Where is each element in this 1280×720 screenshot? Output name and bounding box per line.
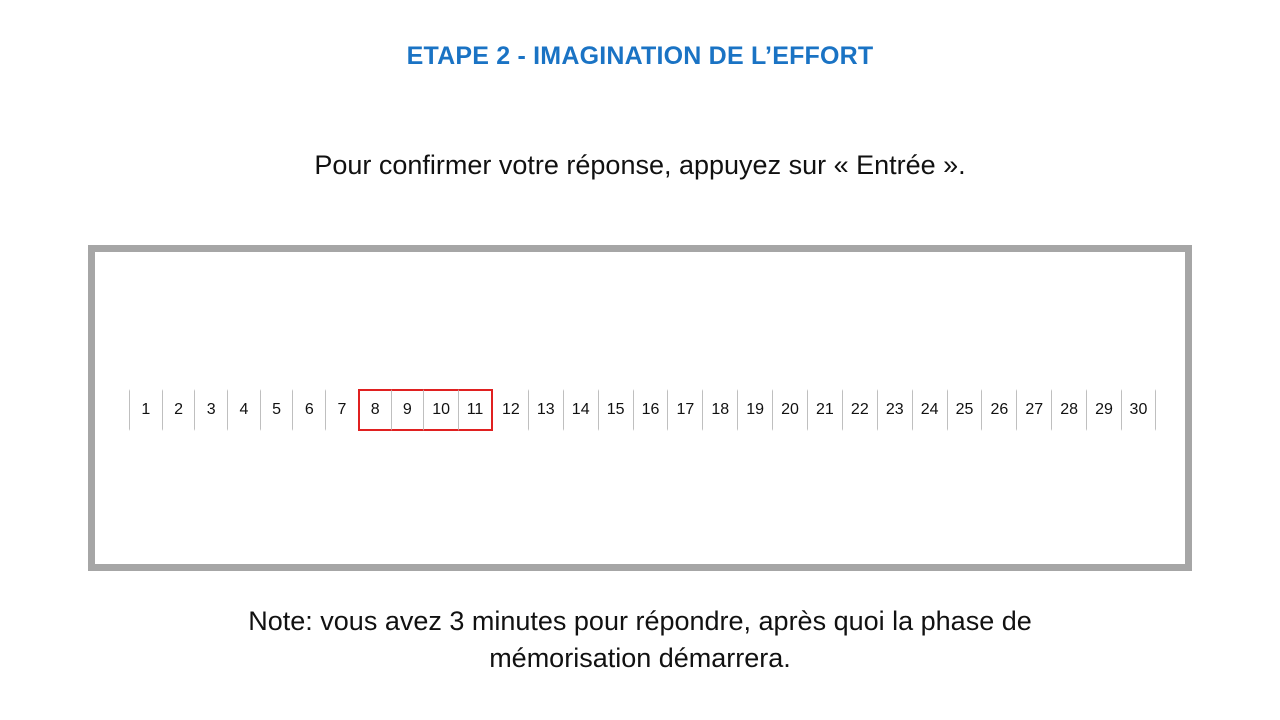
scale-option-19[interactable]: 19 <box>737 389 772 431</box>
page-title: ETAPE 2 - IMAGINATION DE L’EFFORT <box>406 42 874 70</box>
scale-option-25[interactable]: 25 <box>946 389 982 431</box>
scale-option-21[interactable]: 21 <box>806 389 842 431</box>
scale-option-11[interactable]: 11 <box>458 389 493 431</box>
scale-option-7[interactable]: 7 <box>325 389 358 431</box>
scale-option-2[interactable]: 2 <box>161 389 195 431</box>
scale-option-13[interactable]: 13 <box>527 389 563 431</box>
scale-option-4[interactable]: 4 <box>227 389 260 431</box>
scale-option-22[interactable]: 22 <box>841 389 877 431</box>
note-line-2: mémorisation démarrera. <box>489 643 791 673</box>
scale-option-3[interactable]: 3 <box>194 389 227 431</box>
scale-option-17[interactable]: 17 <box>667 389 702 431</box>
scale-option-27[interactable]: 27 <box>1016 389 1051 431</box>
scale-option-23[interactable]: 23 <box>876 389 912 431</box>
scale-option-20[interactable]: 20 <box>772 389 807 431</box>
scale-option-28[interactable]: 28 <box>1051 389 1086 431</box>
scale-option-6[interactable]: 6 <box>292 389 325 431</box>
instruction-text: Pour confirmer votre réponse, appuyez su… <box>314 150 966 180</box>
scale-option-12[interactable]: 12 <box>493 389 528 431</box>
scale-option-30[interactable]: 30 <box>1121 389 1156 431</box>
note-line-1: Note: vous avez 3 minutes pour répondre,… <box>248 606 1032 636</box>
scale-option-1[interactable]: 1 <box>129 389 162 431</box>
scale-option-15[interactable]: 15 <box>597 389 633 431</box>
scale-option-14[interactable]: 14 <box>562 389 598 431</box>
scale-option-8[interactable]: 8 <box>357 389 391 431</box>
scale-option-26[interactable]: 26 <box>981 389 1016 431</box>
scale-option-29[interactable]: 29 <box>1086 389 1121 431</box>
scale-option-24[interactable]: 24 <box>911 389 947 431</box>
slide: ETAPE 2 - IMAGINATION DE L’EFFORT Pour c… <box>0 0 1280 720</box>
effort-scale[interactable]: 1 2 3 4 5 6 7 8 9 10 11 12 13 14 15 16 17 18 19 20 21 22 23 24 2… <box>129 389 1156 431</box>
scale-option-9[interactable]: 9 <box>390 389 424 431</box>
scale-option-18[interactable]: 18 <box>702 389 737 431</box>
scale-option-16[interactable]: 16 <box>632 389 668 431</box>
scale-option-5[interactable]: 5 <box>259 389 293 431</box>
scale-option-10[interactable]: 10 <box>423 389 459 431</box>
note-text: Note: vous avez 3 minutes pour répondre,… <box>0 603 1280 677</box>
